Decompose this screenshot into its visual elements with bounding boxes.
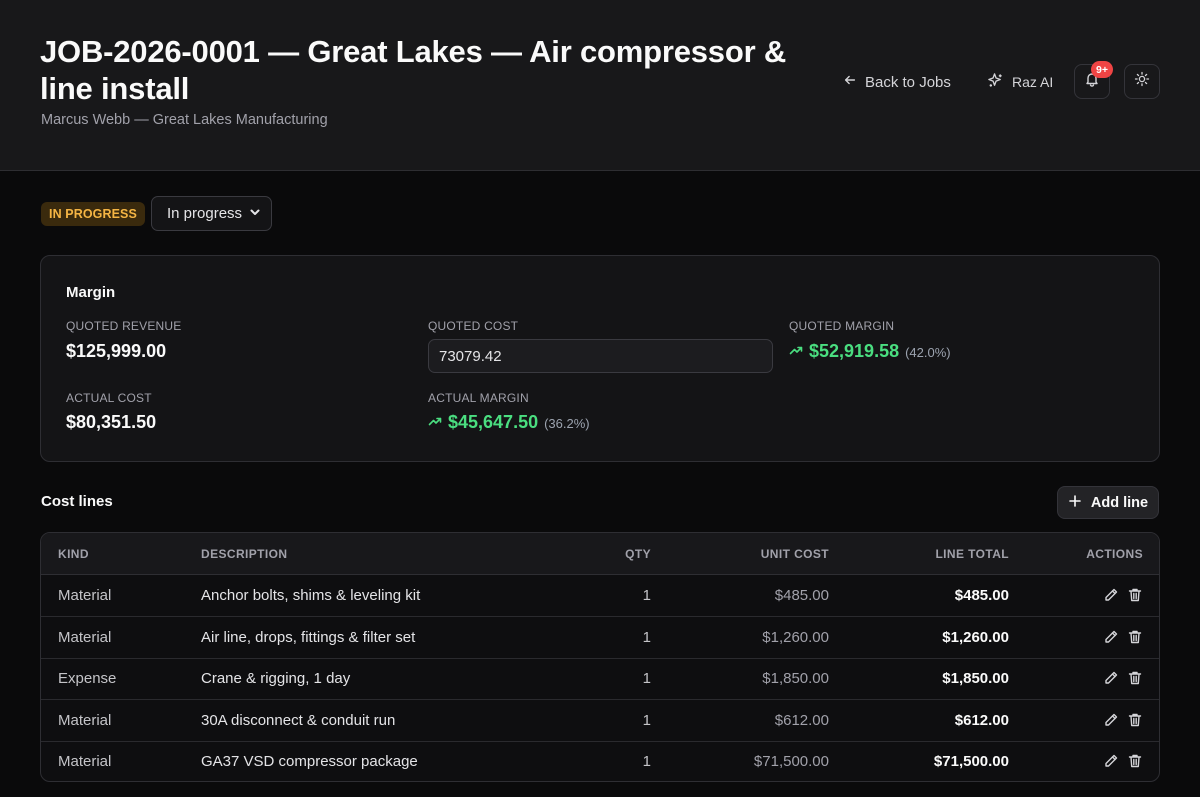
cell-unit-cost: $1,260.00: [762, 628, 829, 646]
column-header-kind: KIND: [58, 547, 89, 561]
pencil-icon[interactable]: [1103, 712, 1119, 728]
actual-margin-value: $45,647.50: [448, 412, 539, 432]
actual-margin-label: ACTUAL MARGIN: [428, 391, 529, 405]
back-to-jobs-label: Back to Jobs: [865, 73, 951, 91]
column-header-qty: QTY: [625, 547, 651, 561]
cell-kind: Material: [58, 628, 112, 646]
margin-card: Margin QUOTED REVENUE $125,999.00 QUOTED…: [40, 255, 1160, 462]
table-header: KIND DESCRIPTION QTY UNIT COST LINE TOTA…: [41, 533, 1159, 575]
add-line-label: Add line: [1090, 494, 1149, 511]
quoted-cost-input[interactable]: [428, 339, 773, 373]
row-actions: [1103, 587, 1143, 603]
quoted-margin-percent: (42.0%): [905, 345, 951, 360]
cell-line-total: $612.00: [954, 711, 1009, 729]
cell-unit-cost: $1,850.00: [762, 670, 829, 688]
trending-up-icon: [789, 343, 803, 362]
cell-description: Crane & rigging, 1 day: [201, 670, 351, 688]
theme-toggle-button[interactable]: [1124, 64, 1160, 99]
sun-icon: [1134, 71, 1150, 92]
page-subtitle: Marcus Webb — Great Lakes Manufacturing: [41, 112, 328, 128]
page-title: JOB-2026-0001 — Great Lakes — Air compre…: [40, 34, 787, 106]
column-header-unit-cost: UNIT COST: [760, 547, 829, 561]
trending-up-icon: [428, 414, 442, 433]
page-header: JOB-2026-0001 — Great Lakes — Air compre…: [0, 0, 1200, 171]
status-badge: IN PROGRESS: [41, 202, 145, 226]
quoted-margin-value: $52,919.58: [809, 341, 900, 361]
cell-description: Anchor bolts, shims & leveling kit: [201, 587, 421, 604]
margin-card-title: Margin: [66, 284, 116, 301]
cell-unit-cost: $612.00: [774, 711, 829, 729]
cell-kind: Expense: [58, 670, 117, 688]
quoted-margin-group: $52,919.58 (42.0%): [789, 341, 951, 362]
cell-qty: 1: [642, 670, 651, 688]
sparkles-icon: [987, 72, 1004, 92]
table-row: Material 30A disconnect & conduit run 1 $61…: [41, 700, 1159, 742]
status-select[interactable]: In progress: [151, 196, 272, 231]
table-row: Material Anchor bolts, shims & leveling k…: [41, 575, 1159, 617]
cell-kind: Material: [58, 711, 112, 729]
cell-line-total: $71,500.00: [933, 753, 1009, 771]
actual-margin-group: $45,647.50 (36.2%): [428, 412, 590, 433]
back-to-jobs-link[interactable]: Back to Jobs: [843, 71, 951, 93]
chevron-down-icon: [249, 205, 261, 222]
pencil-icon[interactable]: [1103, 670, 1119, 686]
notification-count-badge: 9+: [1091, 61, 1113, 78]
plus-icon: [1068, 494, 1082, 512]
table-row: Material Air line, drops, fittings & filt…: [41, 617, 1159, 659]
column-header-description: DESCRIPTION: [201, 547, 288, 561]
cell-description: GA37 VSD compressor package: [201, 753, 418, 771]
cell-line-total: $485.00: [954, 587, 1009, 604]
row-actions: [1103, 629, 1143, 645]
actual-cost-value: $80,351.50: [66, 412, 157, 432]
quoted-cost-label: QUOTED COST: [428, 319, 519, 333]
row-actions: [1103, 753, 1143, 769]
column-header-line-total: LINE TOTAL: [935, 547, 1009, 561]
cell-description: 30A disconnect & conduit run: [201, 711, 396, 729]
cell-kind: Material: [58, 753, 112, 771]
cell-line-total: $1,850.00: [942, 670, 1009, 688]
pencil-icon[interactable]: [1103, 753, 1119, 769]
cost-lines-title: Cost lines: [41, 493, 113, 510]
cell-unit-cost: $71,500.00: [753, 753, 829, 771]
trash-icon[interactable]: [1127, 587, 1143, 603]
cell-qty: 1: [642, 753, 651, 771]
trash-icon[interactable]: [1127, 629, 1143, 645]
row-actions: [1103, 712, 1143, 728]
quoted-revenue-value: $125,999.00: [66, 341, 167, 361]
actual-cost-label: ACTUAL COST: [66, 391, 152, 405]
pencil-icon[interactable]: [1103, 629, 1119, 645]
quoted-revenue-label: QUOTED REVENUE: [66, 319, 182, 333]
column-header-actions: ACTIONS: [1086, 547, 1143, 561]
quoted-margin-label: QUOTED MARGIN: [789, 319, 895, 333]
arrow-left-icon: [843, 73, 857, 91]
table-row: Expense Crane & rigging, 1 day 1 $1,850.00 $…: [41, 658, 1159, 701]
cell-qty: 1: [642, 628, 651, 646]
trash-icon[interactable]: [1127, 753, 1143, 769]
cost-lines-table: KIND DESCRIPTION QTY UNIT COST LINE TOTA…: [40, 532, 1160, 782]
raz-ai-label: Raz AI: [1012, 74, 1054, 90]
add-line-button[interactable]: Add line: [1057, 486, 1159, 519]
row-actions: [1103, 670, 1143, 686]
cell-kind: Material: [58, 587, 112, 604]
cell-description: Air line, drops, fittings & filter set: [201, 628, 416, 646]
trash-icon[interactable]: [1127, 670, 1143, 686]
actual-margin-percent: (36.2%): [544, 416, 590, 431]
trash-icon[interactable]: [1127, 712, 1143, 728]
cell-qty: 1: [642, 587, 651, 604]
pencil-icon[interactable]: [1103, 587, 1119, 603]
cell-unit-cost: $485.00: [774, 587, 829, 604]
cell-line-total: $1,260.00: [942, 628, 1009, 646]
cell-qty: 1: [642, 711, 651, 729]
raz-ai-button[interactable]: Raz AI: [987, 71, 1053, 93]
table-row: Material GA37 VSD compressor package 1 $71,…: [41, 741, 1159, 781]
status-select-value: In progress: [167, 205, 243, 222]
